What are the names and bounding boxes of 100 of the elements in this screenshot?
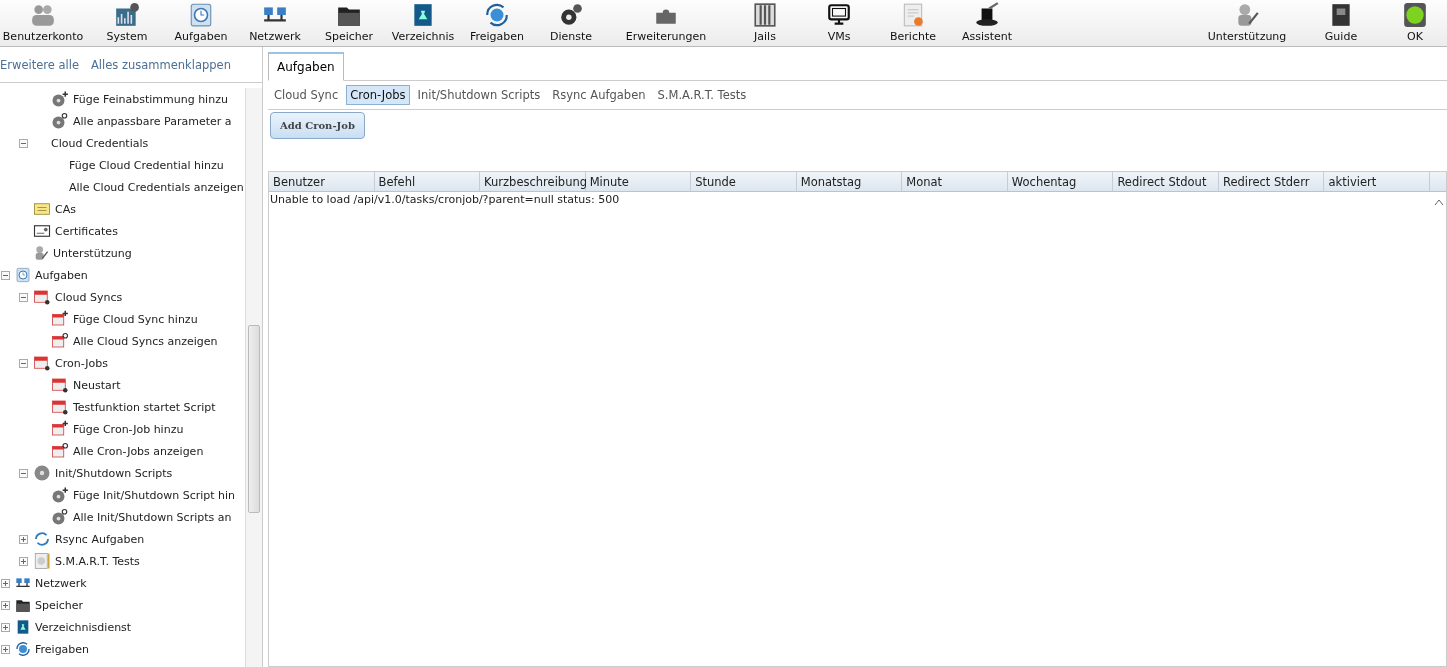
toolbar-button[interactable]: Guide [1311, 0, 1371, 46]
drive-icon [33, 552, 51, 570]
toolbar-button[interactable]: Assistent [952, 0, 1022, 46]
clock-icon [188, 2, 214, 28]
sub-tab[interactable]: Cloud Sync [270, 85, 343, 105]
scrollbar[interactable] [245, 88, 262, 667]
toolbar-button[interactable]: Unterstützung [1197, 0, 1297, 46]
scrollbar-thumb[interactable] [248, 325, 260, 513]
tree-item[interactable]: CAs [55, 202, 76, 216]
collapse-toggle[interactable] [19, 468, 28, 478]
tree-item[interactable]: Testfunktion startet Script [73, 400, 216, 414]
column-header[interactable]: Befehl [374, 172, 481, 191]
tree-item[interactable]: Füge Cron-Job hinzu [73, 422, 184, 436]
expand-toggle[interactable] [1, 578, 10, 588]
expand-toggle[interactable] [19, 556, 28, 566]
tree-item[interactable]: Speicher [35, 598, 84, 612]
calendar-icon [33, 288, 51, 306]
link[interactable]: Erweitere alle [0, 57, 79, 72]
calendar-icon [33, 354, 51, 372]
link[interactable]: Alles zusammenklappen [91, 57, 231, 72]
monitor-icon [826, 2, 852, 28]
toolbar-button[interactable]: Verzeichnis [388, 0, 458, 46]
toolbar-button[interactable]: Speicher [314, 0, 384, 46]
expand-toggle[interactable] [1, 622, 10, 632]
toolbar-button[interactable]: Netzwerk [240, 0, 310, 46]
tree-item[interactable]: Füge Cloud Sync hinzu [73, 312, 198, 326]
sub-tab[interactable]: S.M.A.R.T. Tests [653, 85, 751, 105]
calendar-search-icon [51, 332, 69, 350]
tree-item[interactable]: Alle Cloud Syncs anzeigen [73, 334, 218, 348]
toolbar-button[interactable]: Aufgaben [166, 0, 236, 46]
sync-globe-icon [484, 2, 510, 28]
tree-item[interactable]: Aufgaben [35, 268, 88, 282]
error-message: Unable to load /api/v1.0/tasks/cronjob/?parent=null status: 500 [269, 192, 620, 206]
tree-item[interactable]: Neustart [73, 378, 121, 392]
tree-item[interactable]: Füge Feinabstimmung hinzu [73, 92, 228, 106]
tree-item[interactable]: Alle Cron-Jobs anzeigen [73, 444, 204, 458]
toolbar-button[interactable]: Dienste [536, 0, 606, 46]
sub-tab[interactable]: Rsync Aufgaben [548, 85, 650, 105]
tree-item[interactable]: Verzeichnisdienst [35, 620, 132, 634]
tree-item[interactable]: Netzwerk [35, 576, 87, 590]
expand-toggle[interactable] [19, 534, 28, 544]
column-header[interactable]: Monat [902, 172, 1008, 191]
calendar-search-icon [51, 442, 69, 460]
column-header[interactable]: Benutzer [269, 172, 375, 191]
tree-item[interactable]: Freigaben [35, 642, 90, 656]
tree-item[interactable]: Füge Init/Shutdown Script hin [73, 488, 236, 502]
toolbar-button[interactable]: System [92, 0, 162, 46]
clock-icon [15, 267, 31, 283]
wrench-person-icon [33, 245, 49, 261]
add-button[interactable]: Add Cron-Job [270, 112, 365, 139]
toolbar-button[interactable]: Benutzerkonto [0, 0, 86, 46]
tree-item[interactable]: Certificates [55, 224, 118, 238]
collapse-toggle[interactable] [1, 270, 10, 280]
tree-item[interactable]: Init/Shutdown Scripts [55, 466, 173, 480]
disc-plus-icon [51, 90, 69, 108]
users-icon [30, 2, 56, 28]
collapse-toggle[interactable] [19, 358, 28, 368]
disc-search-icon [51, 112, 69, 130]
scroll-up-icon[interactable] [1434, 198, 1444, 206]
disc-search-icon [51, 508, 69, 526]
toolbar-button[interactable]: Erweiterungen [610, 0, 722, 46]
tree-item[interactable]: Alle Cloud Credentials anzeigen [69, 180, 244, 194]
tree-item[interactable]: Rsync Aufgaben [55, 532, 145, 546]
toolbar-button[interactable]: OK [1385, 0, 1445, 46]
calendar-icon [51, 398, 69, 416]
tree-item[interactable]: Alle anpassbare Parameter a [73, 114, 232, 128]
tree-item[interactable]: Unterstützung [53, 246, 132, 260]
sub-tab[interactable]: Cron-Jobs [346, 85, 410, 105]
tree-item[interactable]: S.M.A.R.T. Tests [55, 554, 140, 568]
tree-item[interactable]: Alle Init/Shutdown Scripts an [73, 510, 232, 524]
expand-toggle[interactable] [1, 644, 10, 654]
chart-icon [114, 2, 140, 28]
tab[interactable]: Aufgaben [268, 52, 344, 81]
column-header[interactable]: Redirect Stderr [1218, 172, 1325, 191]
tree-item[interactable]: Cron-Jobs [55, 356, 108, 370]
certificate-icon [33, 200, 51, 218]
column-header[interactable]: Wochentag [1007, 172, 1114, 191]
status-light-icon [1402, 2, 1428, 28]
expand-toggle[interactable] [1, 600, 10, 610]
tree-item[interactable]: Füge Cloud Credential hinzu [69, 158, 224, 172]
sub-tab[interactable]: Init/Shutdown Scripts [413, 85, 545, 105]
calendar-plus-icon [51, 420, 69, 438]
calendar-plus-icon [51, 310, 69, 328]
collapse-toggle[interactable] [19, 138, 28, 148]
column-header[interactable]: Stunde [691, 172, 797, 191]
gears-icon [558, 2, 584, 28]
toolbar-button[interactable]: Jails [730, 0, 800, 46]
column-header[interactable]: Kurzbeschreibung [480, 172, 586, 191]
column-header[interactable]: Monatstag [796, 172, 903, 191]
tree-item[interactable]: Cloud Credentials [51, 136, 149, 150]
magic-hat-icon [974, 2, 1000, 28]
column-header[interactable]: aktiviert [1324, 172, 1430, 191]
toolbar-button[interactable]: Berichte [878, 0, 948, 46]
collapse-toggle[interactable] [19, 292, 28, 302]
book-icon [15, 619, 31, 635]
toolbar-button[interactable]: Freigaben [462, 0, 532, 46]
toolbar-button[interactable]: VMs [804, 0, 874, 46]
column-header[interactable]: Redirect Stdout [1113, 172, 1219, 191]
column-header[interactable]: Minute [585, 172, 692, 191]
tree-item[interactable]: Cloud Syncs [55, 290, 123, 304]
